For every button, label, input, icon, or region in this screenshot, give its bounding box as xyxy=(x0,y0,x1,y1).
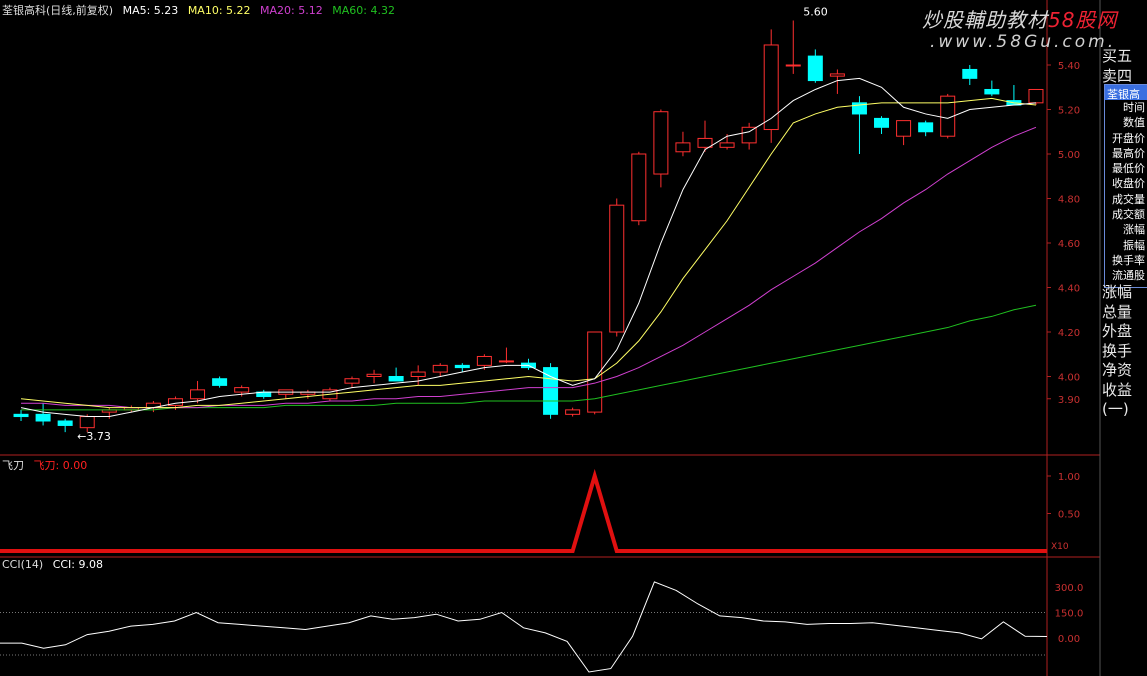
cci-tick-label: 0.00 xyxy=(1058,634,1080,645)
price-tick-label: 5.00 xyxy=(1058,150,1080,161)
info-item: 最高价 xyxy=(1112,146,1145,160)
candle-body xyxy=(543,367,559,415)
price-tick-label: 4.00 xyxy=(1058,373,1080,384)
candle-body xyxy=(697,137,713,148)
price-tick-label: 3.90 xyxy=(1058,395,1080,406)
candle-body xyxy=(234,387,250,393)
low-price-label: ←3.73 xyxy=(77,430,111,443)
candle-body xyxy=(388,376,404,382)
candle-body xyxy=(79,416,95,429)
candle-body xyxy=(57,420,73,426)
candle-body xyxy=(190,389,206,400)
candle-body xyxy=(896,120,912,137)
quote-row: 外盘 xyxy=(1102,322,1133,340)
feidao-unit-label: X10 xyxy=(1051,542,1069,552)
quote-row: 总量 xyxy=(1102,302,1133,321)
candle-body xyxy=(454,364,470,369)
ma5-value: MA5: 5.23 xyxy=(122,4,179,17)
right-quote-list-top: 买五 卖四 xyxy=(1102,46,1132,86)
right-quote-list: 涨幅 总量 外盘 换手 净资 收益(一) xyxy=(1102,283,1147,420)
kline-chart-window[interactable]: 5.40 5.20 5.00 4.80 4.60 4.40 4.20 4.00 3.90 5.60… xyxy=(0,0,1147,676)
feidao-label[interactable]: 飞刀 xyxy=(2,459,24,472)
cci-value: CCI: 9.08 xyxy=(52,558,103,571)
info-panel[interactable]: 荃银高 时间 数值 开盘价 最高价 最低价 收盘价 成交量 成交额 涨幅 振幅 … xyxy=(1104,84,1147,288)
stock-title[interactable]: 荃银高科(日线,前复权) xyxy=(2,4,113,17)
price-tick-label: 5.40 xyxy=(1058,61,1080,72)
cci-tick-label: 150.0 xyxy=(1055,609,1084,620)
info-item: 数值 xyxy=(1123,116,1145,130)
info-item: 成交额 xyxy=(1112,208,1145,222)
candle-body xyxy=(498,360,514,363)
feidao-value: 飞刀: 0.00 xyxy=(33,459,88,472)
watermark-url: .www.58Gu.com. xyxy=(930,32,1117,52)
stock-header: 荃银高科(日线,前复权) MA5: 5.23 MA10: 5.22 MA20: … xyxy=(2,2,401,18)
quote-row: 换手 xyxy=(1102,341,1133,360)
candle-body xyxy=(344,378,360,384)
candle-body xyxy=(829,73,845,77)
info-item: 流通股 xyxy=(1112,269,1145,283)
info-item: 收盘价 xyxy=(1112,177,1145,191)
feidao-header: 飞刀 飞刀: 0.00 xyxy=(2,457,93,473)
candle-body xyxy=(807,55,823,82)
info-item: 最低价 xyxy=(1112,162,1145,176)
candle-body xyxy=(675,142,691,153)
candle-body xyxy=(984,88,1000,95)
price-tick-label: 4.40 xyxy=(1058,284,1080,295)
candle-body xyxy=(763,44,779,131)
quote-row: 卖四 xyxy=(1102,67,1133,85)
info-item: 开盘价 xyxy=(1112,131,1145,145)
candle-body xyxy=(366,373,382,377)
feidao-tick-label: 1.00 xyxy=(1058,472,1080,483)
info-item: 振幅 xyxy=(1123,238,1145,252)
candle-body xyxy=(874,117,890,128)
price-tick-label: 4.80 xyxy=(1058,195,1080,206)
candle-body xyxy=(962,68,978,79)
chart-canvas[interactable]: 5.40 5.20 5.00 4.80 4.60 4.40 4.20 4.00 3.90 5.60… xyxy=(0,0,1147,676)
candle-body xyxy=(432,364,448,373)
ma60-value: MA60: 4.32 xyxy=(332,4,395,17)
high-price-label: 5.60 xyxy=(803,6,828,19)
candle-body xyxy=(410,371,426,377)
price-tick-label: 4.60 xyxy=(1058,239,1080,250)
cci-label[interactable]: CCI(14) xyxy=(2,558,43,571)
candle-body xyxy=(631,153,647,222)
candle-body xyxy=(653,111,669,175)
candle-body xyxy=(741,126,757,144)
candle-body xyxy=(212,378,228,386)
quote-row: 收益(一) xyxy=(1102,380,1133,419)
quote-row: 净资 xyxy=(1102,361,1133,379)
feidao-tick-label: 0.50 xyxy=(1058,510,1080,521)
candle-body xyxy=(785,64,801,67)
info-item: 成交量 xyxy=(1112,192,1145,206)
quote-row: 涨幅 xyxy=(1102,283,1133,301)
candle-body xyxy=(565,409,581,415)
cci-tick-label: 300.0 xyxy=(1055,583,1084,594)
ma60-line xyxy=(21,304,1037,411)
price-tick-label: 4.20 xyxy=(1058,328,1080,339)
quote-row: 买五 xyxy=(1102,47,1133,65)
info-item: 涨幅 xyxy=(1123,223,1145,237)
price-tick-label: 5.20 xyxy=(1058,106,1080,117)
candle-body xyxy=(918,122,934,133)
feidao-line xyxy=(0,468,1047,553)
ma5-line xyxy=(20,77,1037,418)
candle-body xyxy=(609,204,625,333)
candle-body xyxy=(13,413,29,418)
info-item: 换手率 xyxy=(1112,253,1145,267)
cci-line xyxy=(0,581,1048,673)
cci-header: CCI(14) CCI: 9.08 xyxy=(2,558,109,571)
watermark-text: 炒股輔助教材58股网 xyxy=(922,8,1118,32)
ma20-value: MA20: 5.12 xyxy=(260,4,323,17)
ma10-value: MA10: 5.22 xyxy=(187,4,251,17)
candle-body xyxy=(476,355,492,366)
candle-body xyxy=(35,413,51,422)
info-item: 时间 xyxy=(1123,101,1145,114)
info-panel-title: 荃银高 xyxy=(1105,85,1147,100)
candle-body xyxy=(719,142,735,148)
candle-body xyxy=(1028,88,1044,104)
